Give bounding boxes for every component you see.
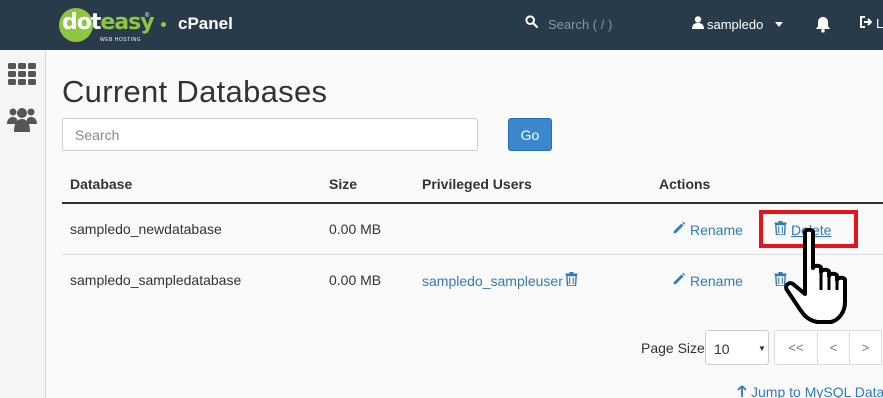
doteasy-logo[interactable]: doteasy WEB HOSTING ® [59,8,155,43]
global-search [525,15,688,33]
first-page-button[interactable]: << [774,330,818,365]
bell-icon [815,17,831,37]
user-menu[interactable]: sampledo [692,16,784,32]
rename-label: Rename [690,221,743,238]
user-icon [692,16,704,32]
global-search-input[interactable] [548,16,688,32]
chevron-down-icon [775,21,784,27]
database-name: sampledo_newdatabase [70,221,222,237]
brand-separator-dot [161,22,166,27]
notifications-button[interactable] [815,16,831,38]
privileged-user-link[interactable]: sampledo_sampleuser [422,273,563,289]
hand-pointer-icon [783,227,861,331]
database-search-input[interactable] [62,118,478,151]
database-name: sampledo_sampledatabase [70,272,242,288]
search-icon [525,15,539,33]
trash-icon[interactable] [565,272,578,289]
rename-link[interactable]: Rename [672,221,743,238]
rename-label: Rename [690,272,743,289]
caret-down-icon: ▼ [758,344,766,353]
page-title: Current Databases [62,74,328,109]
users-icon[interactable] [7,106,37,137]
jump-to-mysql-link[interactable]: Jump to MySQL Data [737,384,883,398]
column-header-privileged-users: Privileged Users [422,176,532,192]
top-bar: doteasy WEB HOSTING ® cPanel sampledo L [0,0,883,50]
table-row-divider [62,254,883,255]
arrow-up-icon [737,384,747,398]
logout-icon [860,16,873,31]
pencil-icon [672,272,686,289]
pencil-icon [672,221,686,238]
sidebar [0,50,46,398]
username-label: sampledo [707,16,764,32]
database-size: 0.00 MB [329,221,382,237]
page-size-select[interactable]: 10 ▼ [705,330,769,365]
page-size-label: Page Size [641,340,705,356]
column-header-actions: Actions [659,176,711,192]
logout-button[interactable]: L [860,16,883,31]
table-header-divider [62,202,883,204]
pagination: << < > [774,330,882,365]
logo-trademark: ® [145,13,150,19]
column-header-size: Size [329,176,358,192]
logo-wordmark: doteasy [62,10,155,35]
privileged-user: sampledo_sampleuser [422,272,578,289]
prev-page-button[interactable]: < [817,330,850,365]
next-page-button[interactable]: > [849,330,882,365]
go-button[interactable]: Go [508,118,552,151]
page-size-value: 10 [714,341,730,357]
grid-icon[interactable] [8,63,36,90]
logo-tagline: WEB HOSTING [100,37,142,43]
logout-label: L [876,16,883,31]
rename-link[interactable]: Rename [672,272,743,289]
column-header-database: Database [70,176,133,192]
brand-title[interactable]: cPanel [178,14,233,34]
database-size: 0.00 MB [329,272,382,288]
jump-link-label: Jump to MySQL Data [751,384,883,398]
